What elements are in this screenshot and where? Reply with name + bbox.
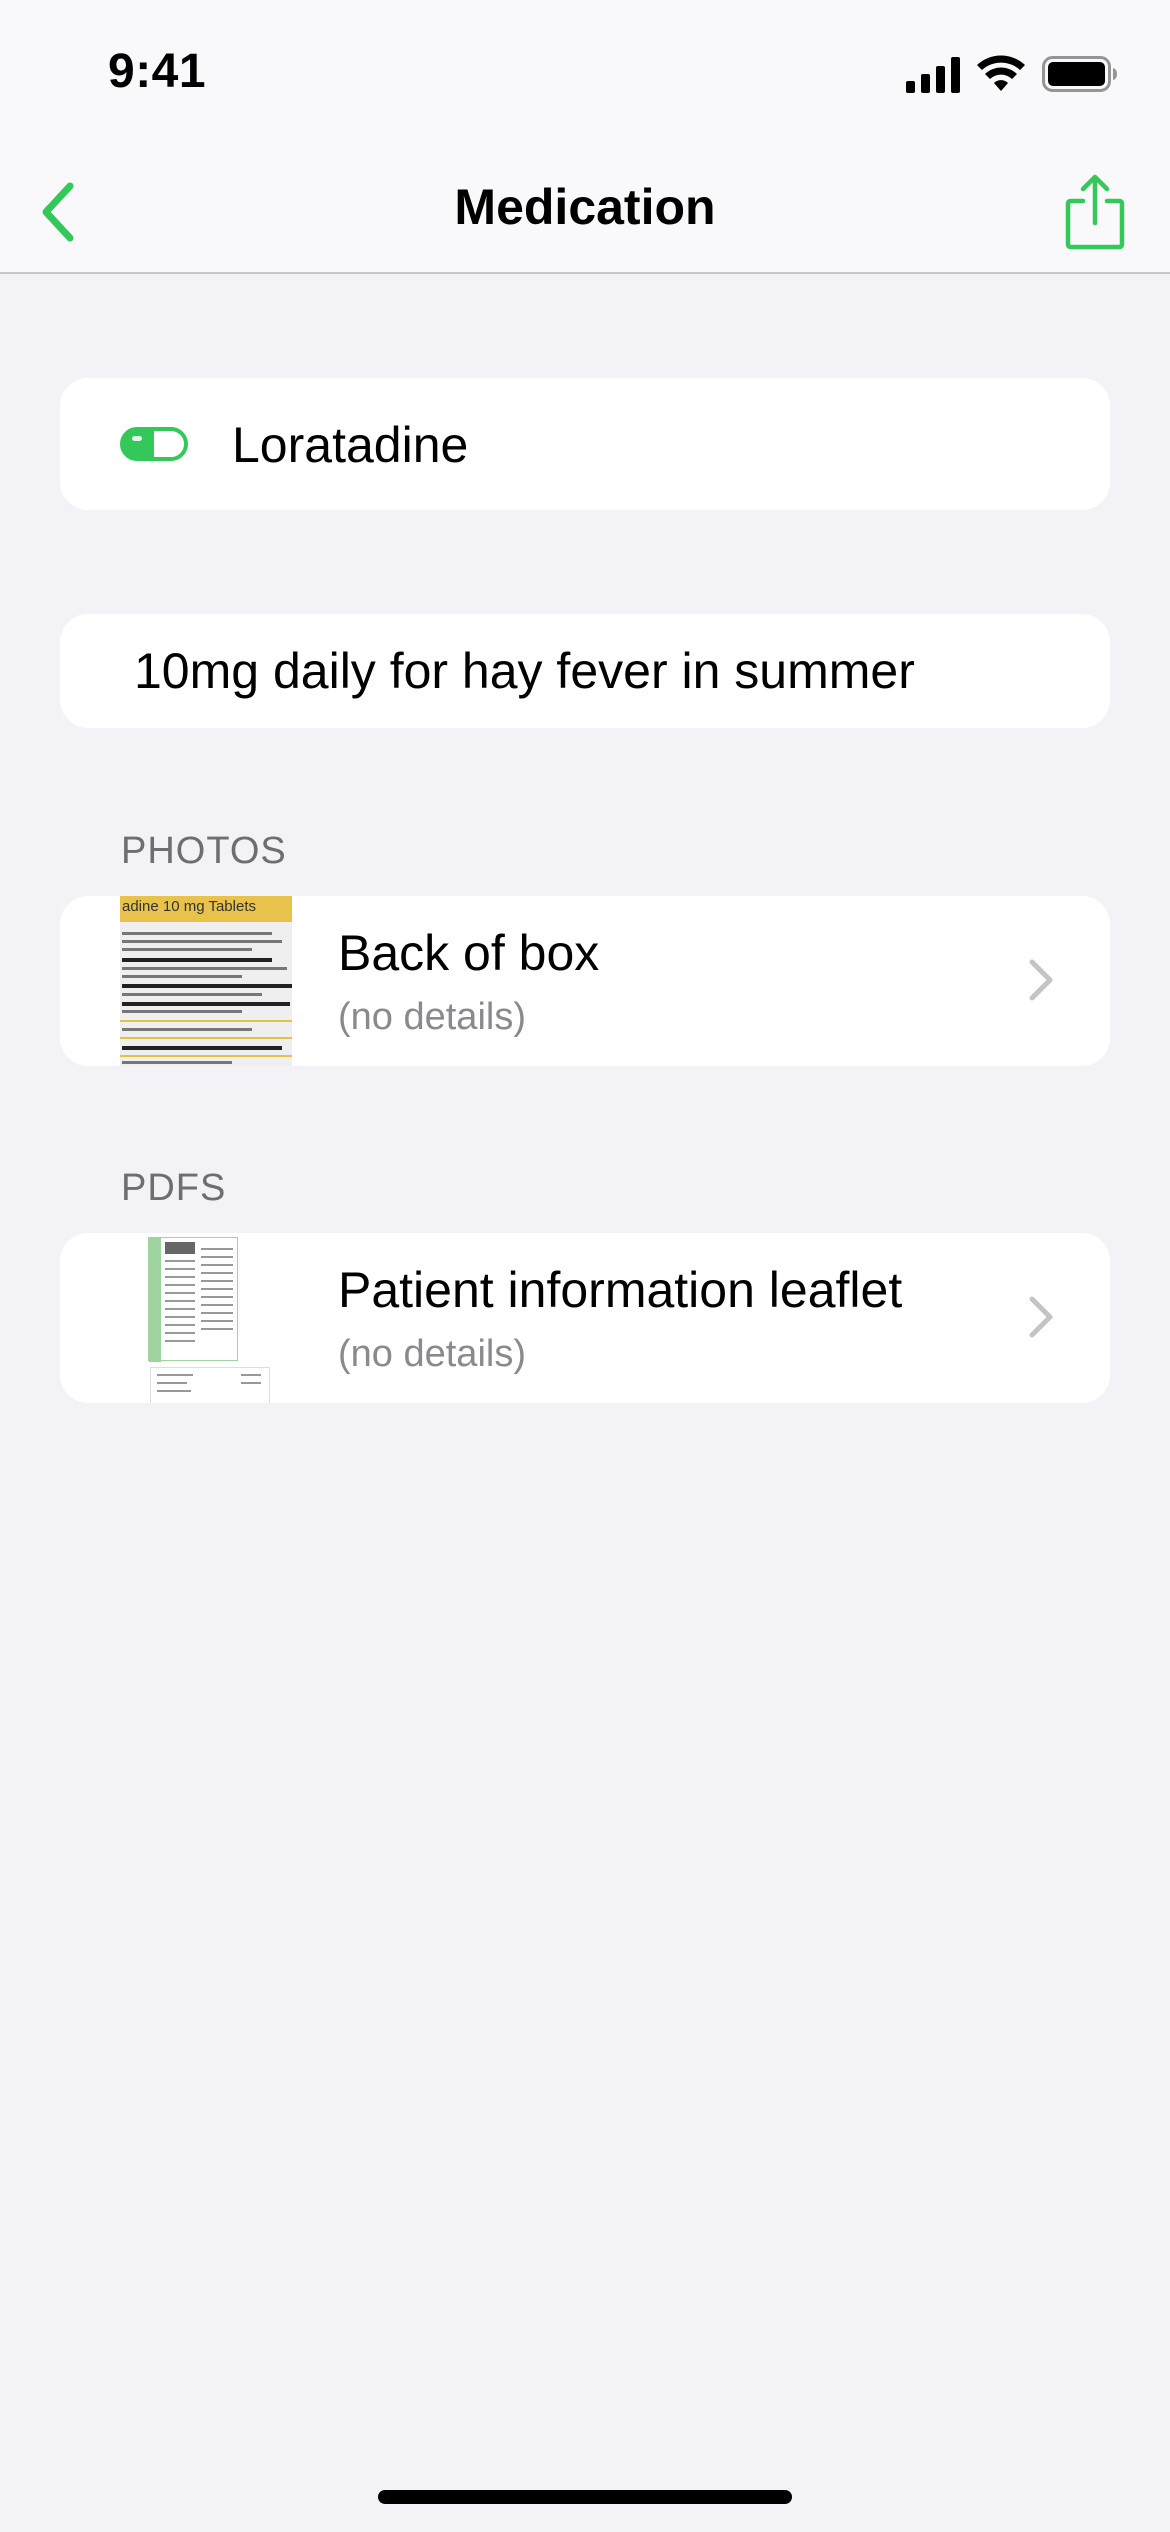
photos-section-header: PHOTOS bbox=[121, 830, 287, 872]
pdfs-section-header: PDFS bbox=[121, 1167, 227, 1209]
pdf-title: Patient information leaflet bbox=[338, 1262, 903, 1318]
photo-title: Back of box bbox=[338, 925, 600, 981]
wifi-icon bbox=[977, 55, 1025, 91]
status-bar: 9:41 bbox=[0, 0, 1170, 150]
share-button[interactable] bbox=[1050, 164, 1140, 260]
status-time: 9:41 bbox=[108, 45, 207, 98]
thumbnail-label: adine 10 mg Tablets bbox=[122, 898, 256, 915]
cellular-signal-icon bbox=[906, 55, 960, 93]
photo-item-back-of-box[interactable]: adine 10 mg Tablets Back of box (no deta… bbox=[60, 896, 1110, 1066]
share-icon bbox=[1065, 174, 1125, 250]
pill-icon bbox=[120, 427, 188, 461]
battery-icon bbox=[1042, 56, 1117, 92]
pdf-item-patient-information-leaflet[interactable]: Patient information leaflet (no details) bbox=[60, 1233, 1110, 1403]
medication-notes: 10mg daily for hay fever in summer bbox=[134, 643, 915, 699]
status-icons bbox=[906, 52, 1118, 96]
photo-subtitle: (no details) bbox=[338, 996, 526, 1038]
medication-name: Loratadine bbox=[232, 417, 469, 473]
pdf-subtitle: (no details) bbox=[338, 1333, 526, 1375]
page-title: Medication bbox=[454, 179, 716, 235]
chevron-right-icon bbox=[1029, 1296, 1053, 1338]
medication-notes-row[interactable]: 10mg daily for hay fever in summer bbox=[60, 614, 1110, 728]
chevron-right-icon bbox=[1029, 959, 1053, 1001]
medication-name-row[interactable]: Loratadine bbox=[60, 378, 1110, 510]
home-indicator[interactable] bbox=[378, 2490, 792, 2504]
photo-thumbnail: adine 10 mg Tablets bbox=[120, 896, 292, 1066]
pdf-thumbnail bbox=[120, 1233, 292, 1403]
navigation-bar: Medication bbox=[0, 150, 1170, 274]
